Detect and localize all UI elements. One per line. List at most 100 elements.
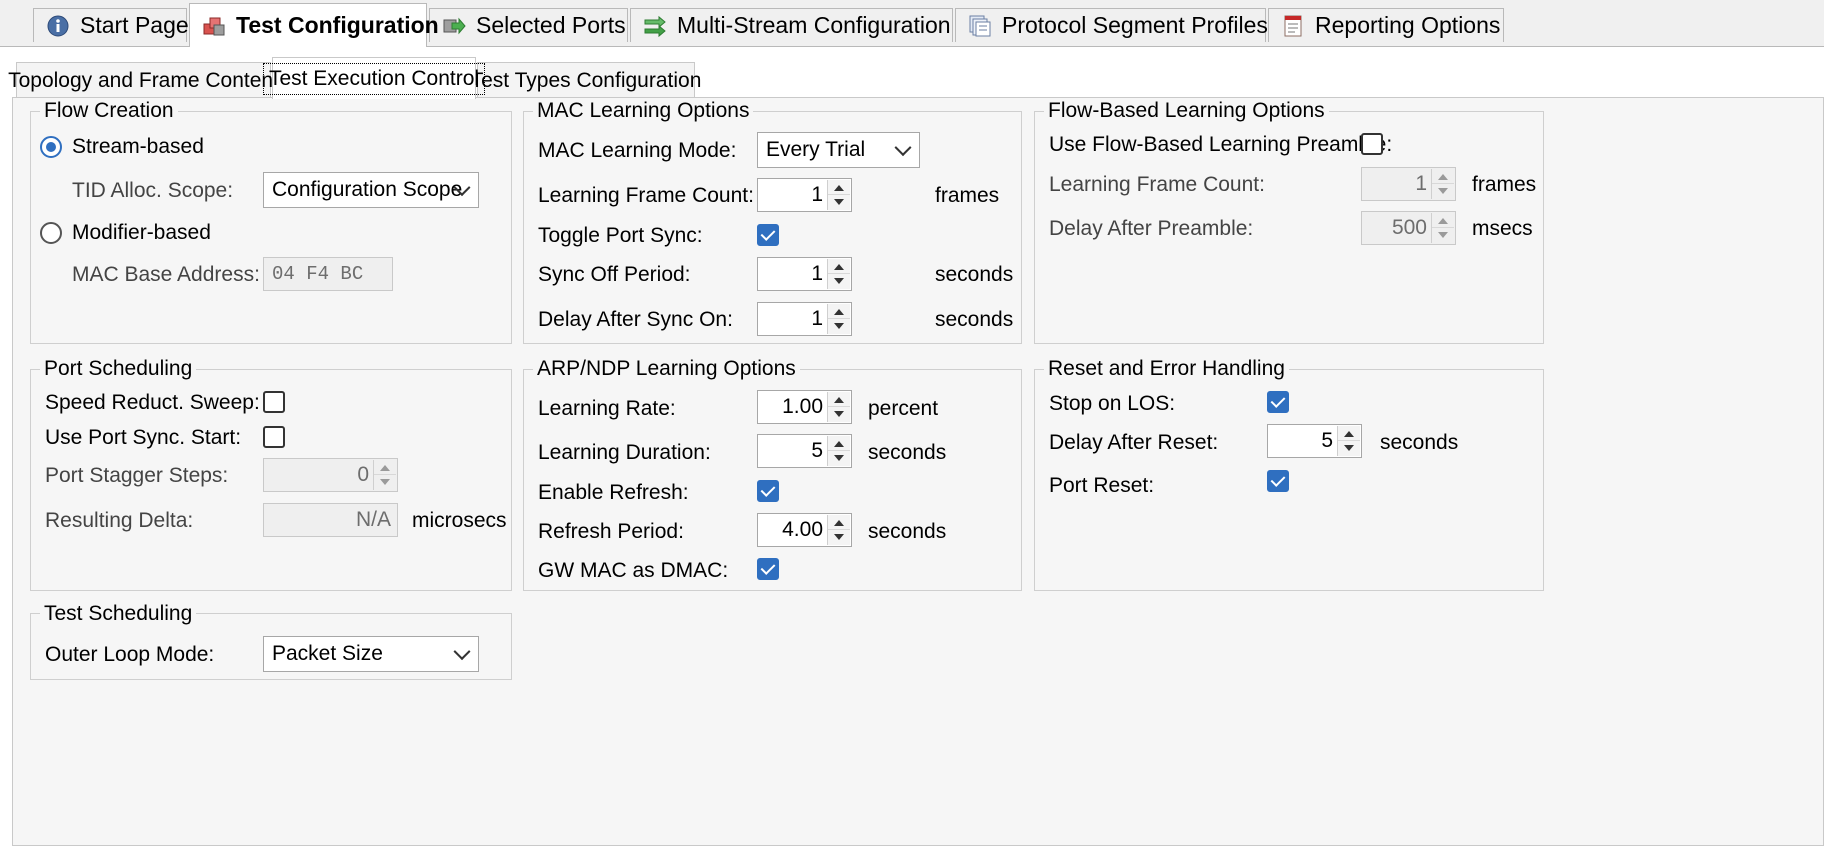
tab-label: Protocol Segment Profiles [1002,12,1268,38]
subtab-test-execution-control[interactable]: Test Execution Control [262,57,486,99]
spin-up-arrow-icon[interactable] [1432,213,1454,228]
spin-down-arrow-icon[interactable] [828,319,850,334]
spin-up-arrow-icon[interactable] [1432,169,1454,184]
spinner-value: 1 [811,262,823,285]
subtab-topology-frame-content[interactable]: Topology and Frame Content [8,62,279,98]
stop-on-los-checkbox[interactable] [1267,391,1289,413]
delay-after-reset-spinner[interactable]: 5 [1267,424,1362,458]
multi-stream-icon [643,14,667,38]
mac-frame-count-spinner[interactable]: 1 [757,178,852,212]
tab-multi-stream[interactable]: Multi-Stream Configuration [630,8,953,42]
delay-after-preamble-spinner[interactable]: 500 [1361,211,1456,245]
group-title: Reset and Error Handling [1044,357,1289,381]
unit-label: msecs [1472,217,1533,240]
resulting-delta-value: N/A [355,508,391,531]
spin-down-arrow-icon[interactable] [1338,441,1360,456]
spin-up-arrow-icon[interactable] [828,304,850,319]
spin-up-arrow-icon[interactable] [374,460,396,475]
spin-down-arrow-icon[interactable] [828,407,850,422]
unit-label: frames [1472,173,1537,196]
refresh-period-spinner[interactable]: 4.00 [757,513,852,547]
port-reset-checkbox[interactable] [1267,470,1289,492]
spin-up-arrow-icon[interactable] [828,515,850,530]
stream-based-radio[interactable] [40,136,62,158]
learning-duration-label: Learning Duration: [538,441,711,464]
gw-mac-dmac-checkbox[interactable] [757,558,779,580]
tab-label: Selected Ports [476,12,626,38]
spin-down-arrow-icon[interactable] [828,195,850,210]
subtab-label: Test Types Configuration [470,68,702,92]
info-icon [46,14,70,38]
tab-reporting-options[interactable]: Reporting Options [1268,8,1504,42]
spin-up-arrow-icon[interactable] [828,392,850,407]
tid-scope-dropdown[interactable]: Configuration Scope [263,172,479,208]
sync-off-period-label: Sync Off Period: [538,263,691,286]
mac-learning-mode-label: MAC Learning Mode: [538,139,737,162]
spin-up-arrow-icon[interactable] [828,180,850,195]
resulting-delta-field: N/A [263,503,398,537]
speed-sweep-label: Speed Reduct. Sweep: [45,391,260,414]
spinner-value: 500 [1391,216,1427,239]
document-stack-icon [968,14,992,38]
unit-label: frames [935,184,1000,207]
port-reset-label: Port Reset: [1049,474,1155,497]
mac-base-label: MAC Base Address: [72,263,260,286]
stop-on-los-label: Stop on LOS: [1049,392,1176,415]
enable-refresh-label: Enable Refresh: [538,481,689,504]
enable-refresh-checkbox[interactable] [757,480,779,502]
spinner-value: 4.00 [782,518,823,541]
mac-base-value: 04 F4 BC [272,263,364,285]
spin-up-arrow-icon[interactable] [828,259,850,274]
group-title: ARP/NDP Learning Options [533,357,800,381]
tab-test-configuration[interactable]: Test Configuration [189,3,439,47]
spinner-value: 1.00 [782,395,823,418]
subtab-test-types-configuration[interactable]: Test Types Configuration [471,62,701,98]
tab-label: Test Configuration [236,12,439,38]
speed-sweep-checkbox[interactable] [263,391,285,413]
unit-label: percent [868,397,939,420]
delay-after-sync-spinner[interactable]: 1 [757,302,852,336]
mac-learning-mode-dropdown[interactable]: Every Trial [757,132,920,168]
sync-off-period-spinner[interactable]: 1 [757,257,852,291]
delay-after-preamble-label: Delay After Preamble: [1049,217,1254,240]
tab-protocol-segment-profiles[interactable]: Protocol Segment Profiles [955,8,1268,42]
unit-label: seconds [868,520,947,543]
spin-up-arrow-icon[interactable] [828,436,850,451]
outer-loop-mode-dropdown[interactable]: Packet Size [263,636,479,672]
unit-label: microsecs [412,509,507,532]
spinner-value: 1 [1415,172,1427,195]
learning-duration-spinner[interactable]: 5 [757,434,852,468]
spinner-value: 5 [811,439,823,462]
port-sync-start-checkbox[interactable] [263,426,285,448]
tid-scope-value: Configuration Scope [272,178,463,201]
unit-label: seconds [935,308,1014,331]
modifier-based-label: Modifier-based [72,221,211,244]
chevron-down-icon [453,643,471,661]
subtab-label: Topology and Frame Content [8,68,279,92]
port-stagger-spinner[interactable]: 0 [263,458,398,492]
spin-down-arrow-icon[interactable] [374,475,396,490]
spinner-value: 0 [357,463,369,486]
mac-learning-mode-value: Every Trial [766,138,866,161]
spin-down-arrow-icon[interactable] [828,451,850,466]
spin-down-arrow-icon[interactable] [828,530,850,545]
port-sync-start-label: Use Port Sync. Start: [45,426,242,449]
toggle-port-sync-checkbox[interactable] [757,224,779,246]
chevron-down-icon [894,139,912,157]
toggle-port-sync-label: Toggle Port Sync: [538,224,703,247]
flow-preamble-label: Use Flow-Based Learning Preamble: [1049,133,1393,156]
tab-start-page[interactable]: Start Page [33,8,189,42]
spin-down-arrow-icon[interactable] [1432,228,1454,243]
flow-preamble-checkbox[interactable] [1361,133,1383,155]
mac-base-address-field[interactable]: 04 F4 BC [263,257,393,291]
modifier-based-radio[interactable] [40,222,62,244]
unit-label: seconds [1380,431,1459,454]
spin-down-arrow-icon[interactable] [828,274,850,289]
spin-down-arrow-icon[interactable] [1432,184,1454,199]
tab-selected-ports[interactable]: Selected Ports [429,8,628,42]
group-title: Flow Creation [40,99,178,123]
flow-frame-count-spinner[interactable]: 1 [1361,167,1456,201]
learning-rate-label: Learning Rate: [538,397,676,420]
spin-up-arrow-icon[interactable] [1338,426,1360,441]
learning-rate-spinner[interactable]: 1.00 [757,390,852,424]
